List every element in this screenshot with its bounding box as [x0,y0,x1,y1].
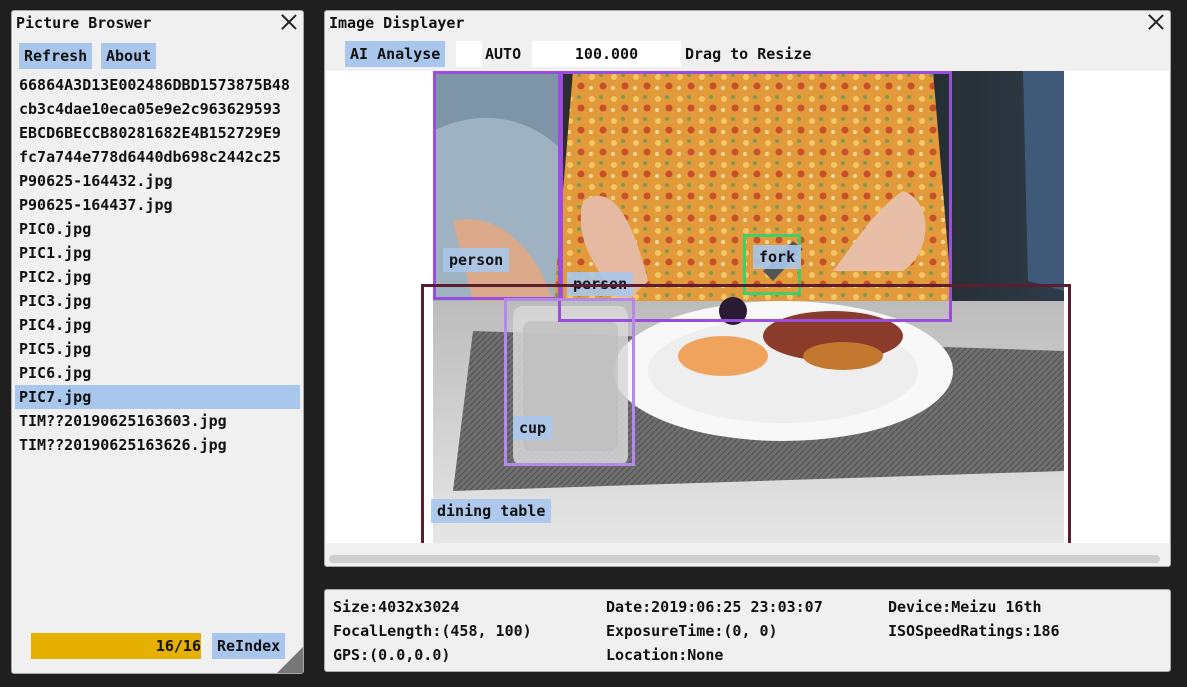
file-list-item[interactable]: PIC3.jpg [15,289,300,313]
progress-text: 16/16 [155,637,201,655]
file-list-item[interactable]: PIC7.jpg [15,385,300,409]
exposure-time-info: ExposureTime:(0, 0) [606,622,778,640]
file-list-item[interactable]: PIC6.jpg [15,361,300,385]
file-list-item[interactable]: PIC2.jpg [15,265,300,289]
reindex-button[interactable]: ReIndex [212,633,286,659]
iso-info: ISOSpeedRatings:186 [888,622,1060,640]
ai-analyse-button[interactable]: AI Analyse [345,41,446,67]
displayer-title: Image Displayer [329,14,465,32]
file-list-item[interactable]: PIC4.jpg [15,313,300,337]
resize-grip-icon[interactable] [277,647,303,673]
file-list-item[interactable]: EBCD6BECCB80281682E4B152729E9 [15,121,300,145]
image-displayer-panel: Image Displayer AI Analyse AUTO 100.000 … [324,10,1171,567]
browser-title: Picture Broswer [16,14,152,32]
horizontal-scrollbar[interactable] [329,555,1160,563]
close-icon[interactable] [280,13,298,31]
drag-to-resize-label: Drag to Resize [685,45,812,63]
gps-info: GPS:(0.0,0.0) [333,646,451,664]
size-info: Size:4032x3024 [333,598,460,616]
focal-length-info: FocalLength:(458, 100) [333,622,532,640]
auto-label: AUTO [485,45,522,63]
index-progress-bar: 16/16 [31,633,201,659]
detection-label: dining table [431,499,552,523]
date-info: Date:2019:06:25 23:03:07 [606,598,823,616]
detection-label: person [443,248,510,272]
file-list-item[interactable]: PIC1.jpg [15,241,300,265]
location-info: Location:None [606,646,724,664]
exif-info-panel: Size:4032x3024 Date:2019:06:25 23:03:07 … [324,589,1171,672]
auto-checkbox[interactable] [456,41,482,67]
file-list-item[interactable]: P90625-164432.jpg [15,169,300,193]
file-list-item[interactable]: fc7a744e778d6440db698c2442c25 [15,145,300,169]
file-list-item[interactable]: TIM??20190625163603.jpg [15,409,300,433]
detection-label: fork [753,245,802,269]
file-list[interactable]: 66864A3D13E002486DBD1573875B48 cb3c4dae10… [15,73,300,465]
zoom-input[interactable]: 100.000 [532,41,681,67]
refresh-button[interactable]: Refresh [19,43,93,69]
close-icon[interactable] [1147,13,1165,31]
file-list-item[interactable]: cb3c4dae10eca05e9e2c963629593 [15,97,300,121]
about-button[interactable]: About [101,43,157,69]
file-list-item[interactable]: PIC0.jpg [15,217,300,241]
device-info: Device:Meizu 16th [888,598,1042,616]
file-list-item[interactable]: PIC5.jpg [15,337,300,361]
file-list-item[interactable]: P90625-164437.jpg [15,193,300,217]
image-canvas[interactable]: person person fork cup dining table [326,71,1169,543]
picture-browser-panel: Picture Broswer Refresh About 66864A3D13… [11,10,304,674]
file-list-item[interactable]: TIM??20190625163626.jpg [15,433,300,457]
file-list-item[interactable]: 66864A3D13E002486DBD1573875B48 [15,73,300,97]
